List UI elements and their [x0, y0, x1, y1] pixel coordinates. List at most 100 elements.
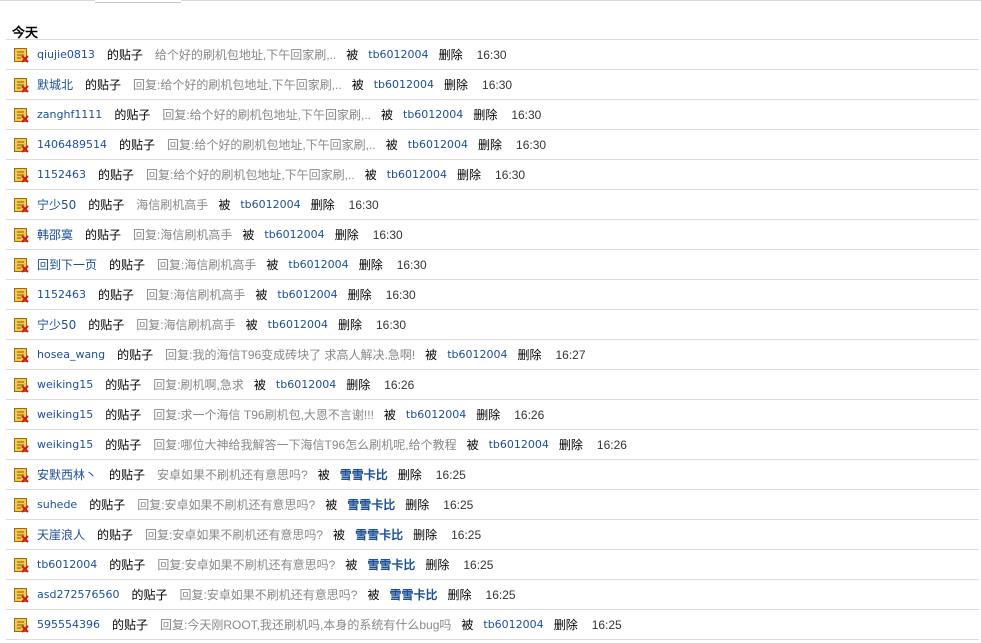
post-title-link[interactable]: 安卓如果不刷机还有意思吗?: [157, 466, 308, 483]
deleter-link[interactable]: tb6012004: [408, 138, 468, 151]
of-post-label: 的贴子: [97, 528, 134, 542]
user-link[interactable]: weiking15: [37, 408, 93, 421]
deleted-post-icon: [14, 467, 29, 483]
list-item: 1152463 的贴子 回复:给个好的刷机包地址,下午回家刷,.. 被 tb60…: [6, 159, 979, 189]
deleter-link[interactable]: tb6012004: [447, 348, 507, 361]
post-title-link[interactable]: 回复:刷机啊,急求: [153, 376, 244, 393]
post-title-link[interactable]: 回复:安卓如果不刷机还有意思吗?: [179, 586, 357, 603]
deleter-link[interactable]: tb6012004: [483, 618, 543, 631]
post-title-link[interactable]: 回复:求一个海信 T96刷机包,大恩不言谢!!!: [153, 406, 374, 423]
deleted-label: 删除: [553, 618, 578, 632]
post-title-link[interactable]: 回复:安卓如果不刷机还有意思吗?: [137, 496, 315, 513]
user-link[interactable]: 安默西林丶: [37, 466, 97, 483]
post-title-link[interactable]: 回复:今天刚ROOT,我还刷机吗,本身的系统有什么bug吗: [160, 616, 451, 633]
user-link[interactable]: tb6012004: [37, 558, 97, 571]
deleted-label: 删除: [457, 168, 482, 182]
deleter-link[interactable]: tb6012004: [276, 378, 336, 391]
user-link[interactable]: 回到下一页: [37, 256, 97, 273]
user-link[interactable]: 宁少50: [37, 316, 76, 333]
deleted-label: 删除: [346, 378, 371, 392]
deleter-link[interactable]: 雪雪卡比: [367, 556, 415, 573]
by-label: 被: [381, 108, 394, 122]
deleted-label: 删除: [347, 288, 372, 302]
deleted-post-icon: [14, 47, 29, 63]
post-title-link[interactable]: 回复:安卓如果不刷机还有意思吗?: [157, 556, 335, 573]
deleter-link[interactable]: tb6012004: [264, 228, 324, 241]
user-link[interactable]: 天崖浪人: [37, 526, 85, 543]
post-title-link[interactable]: 回复:给个好的刷机包地址,下午回家刷,..: [167, 136, 376, 153]
post-title-link[interactable]: 海信刷机高手: [136, 196, 208, 213]
deleted-post-icon: [14, 497, 29, 513]
deleted-post-icon: [14, 437, 29, 453]
post-title-link[interactable]: 给个好的刷机包地址,下午回家刷,..: [155, 46, 336, 63]
time-stamp: 16:30: [372, 227, 403, 242]
list-item: 1152463 的贴子 回复:海信刷机高手 被 tb6012004 删除 16:…: [6, 279, 979, 309]
deleter-link[interactable]: tb6012004: [374, 78, 434, 91]
time-stamp: 16:26: [514, 407, 545, 422]
by-label: 被: [266, 258, 279, 272]
post-title-link[interactable]: 回复:给个好的刷机包地址,下午回家刷,..: [162, 106, 371, 123]
deleted-label: 删除: [413, 528, 438, 542]
deleted-post-list: qiujie0813 的贴子 给个好的刷机包地址,下午回家刷,.. 被 tb60…: [6, 39, 979, 640]
deleter-link[interactable]: tb6012004: [406, 408, 466, 421]
deleter-link[interactable]: tb6012004: [277, 288, 337, 301]
time-stamp: 16:26: [596, 437, 627, 452]
post-title-link[interactable]: 回复:给个好的刷机包地址,下午回家刷,..: [146, 166, 355, 183]
of-post-label: 的贴子: [98, 288, 135, 302]
post-title-link[interactable]: 回复:海信刷机高手: [133, 226, 232, 243]
user-link[interactable]: hosea_wang: [37, 348, 105, 361]
of-post-label: 的贴子: [85, 78, 122, 92]
post-title-link[interactable]: 回复:安卓如果不刷机还有意思吗?: [145, 526, 323, 543]
deleted-post-icon: [14, 407, 29, 423]
list-item: 1406489514 的贴子 回复:给个好的刷机包地址,下午回家刷,.. 被 t…: [6, 129, 979, 159]
list-item: zanghf1111 的贴子 回复:给个好的刷机包地址,下午回家刷,.. 被 t…: [6, 99, 979, 129]
post-title-link[interactable]: 回复:海信刷机高手: [146, 286, 245, 303]
user-link[interactable]: 1406489514: [37, 138, 107, 151]
list-item: hosea_wang 的贴子 回复:我的海信T96变成砖块了 求高人解决.急啊!…: [6, 339, 979, 369]
deleter-link[interactable]: tb6012004: [268, 318, 328, 331]
post-title-link[interactable]: 回复:我的海信T96变成砖块了 求高人解决.急啊!: [165, 346, 415, 363]
deleter-link[interactable]: tb6012004: [387, 168, 447, 181]
post-title-link[interactable]: 回复:哪位大神给我解答一下海信T96怎么刷机呢,给个教程: [153, 436, 456, 453]
deleted-label: 删除: [447, 588, 472, 602]
time-stamp: 16:30: [482, 77, 513, 92]
user-link[interactable]: 宁少50: [37, 196, 76, 213]
deleter-link[interactable]: 雪雪卡比: [340, 466, 388, 483]
deleter-link[interactable]: tb6012004: [368, 48, 428, 61]
user-link[interactable]: qiujie0813: [37, 48, 95, 61]
user-link[interactable]: zanghf1111: [37, 108, 102, 121]
user-link[interactable]: 595554396: [37, 618, 100, 631]
deleter-link[interactable]: tb6012004: [288, 258, 348, 271]
user-link[interactable]: 韩邵寞: [37, 226, 73, 243]
deleted-post-icon: [14, 287, 29, 303]
deleter-link[interactable]: tb6012004: [489, 438, 549, 451]
user-link[interactable]: weiking15: [37, 438, 93, 451]
post-title-link[interactable]: 回复:海信刷机高手: [157, 256, 256, 273]
deleted-label: 删除: [337, 318, 362, 332]
deleter-link[interactable]: 雪雪卡比: [347, 496, 395, 513]
user-link[interactable]: 默城北: [37, 76, 73, 93]
user-link[interactable]: asd272576560: [37, 588, 119, 601]
post-title-link[interactable]: 回复:给个好的刷机包地址,下午回家刷,..: [133, 76, 342, 93]
list-item: 安默西林丶 的贴子 安卓如果不刷机还有意思吗? 被 雪雪卡比 删除 16:25: [6, 459, 979, 489]
post-title-link[interactable]: 回复:海信刷机高手: [136, 316, 235, 333]
of-post-label: 的贴子: [105, 378, 142, 392]
user-link[interactable]: 1152463: [37, 168, 86, 181]
user-link[interactable]: weiking15: [37, 378, 93, 391]
deleter-link[interactable]: tb6012004: [403, 108, 463, 121]
by-label: 被: [218, 198, 231, 212]
deleter-link[interactable]: 雪雪卡比: [355, 526, 403, 543]
of-post-label: 的贴子: [88, 318, 125, 332]
deleted-post-icon: [14, 377, 29, 393]
time-stamp: 16:25: [485, 587, 516, 602]
deleter-link[interactable]: tb6012004: [240, 198, 300, 211]
by-label: 被: [367, 588, 380, 602]
time-stamp: 16:30: [348, 197, 379, 212]
list-item: asd272576560 的贴子 回复:安卓如果不刷机还有意思吗? 被 雪雪卡比…: [6, 579, 979, 609]
time-stamp: 16:30: [385, 287, 416, 302]
deleted-label: 删除: [517, 348, 542, 362]
time-stamp: 16:26: [384, 377, 415, 392]
user-link[interactable]: 1152463: [37, 288, 86, 301]
deleter-link[interactable]: 雪雪卡比: [390, 586, 438, 603]
user-link[interactable]: suhede: [37, 498, 77, 511]
